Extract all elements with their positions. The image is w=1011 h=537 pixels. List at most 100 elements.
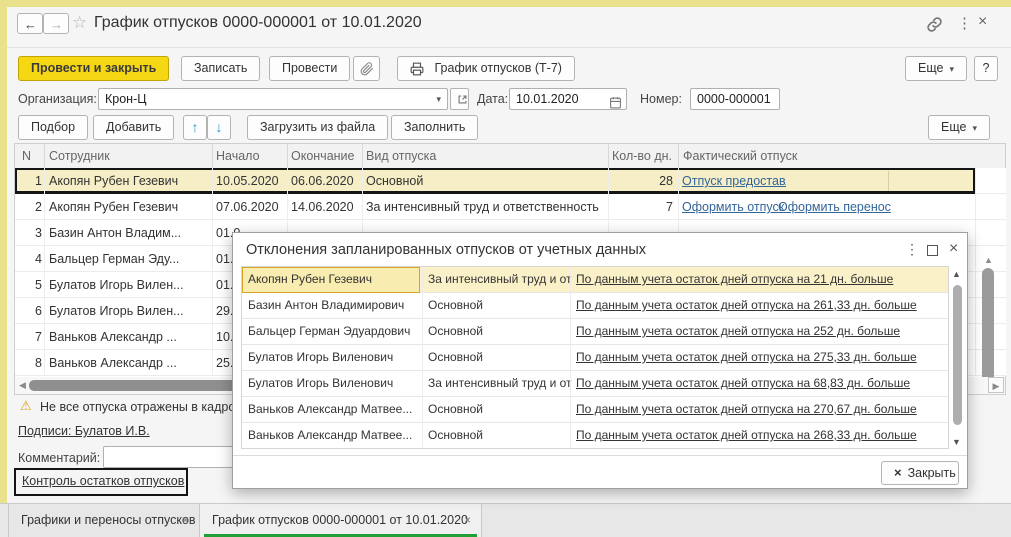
get-link-icon[interactable]	[926, 15, 943, 33]
control-link-focus-box: Контроль остатков отпусков	[14, 468, 188, 496]
org-label: Организация:	[18, 89, 97, 110]
window-close-icon[interactable]: ×	[978, 13, 987, 31]
add-button[interactable]: Добавить	[93, 115, 174, 140]
deviation-row[interactable]: Булатов Игорь Виленович Основной По данн…	[242, 345, 948, 371]
scroll-right-button[interactable]: ▶	[988, 377, 1004, 393]
print-t7-label: График отпусков (Т-7)	[434, 61, 561, 75]
modal-scroll-down-icon[interactable]: ▼	[952, 438, 961, 447]
forward-button[interactable]: →	[43, 13, 69, 34]
col-n[interactable]: N	[22, 144, 31, 168]
help-button[interactable]: ?	[974, 56, 998, 81]
col-start[interactable]: Начало	[216, 144, 260, 168]
tab-close-icon[interactable]: ×	[182, 513, 189, 527]
modal-menu-icon[interactable]: ⋮	[905, 241, 919, 258]
arrow-down-icon: ↓	[216, 119, 223, 135]
org-combo[interactable]: Крон-Ц ▾	[98, 88, 448, 110]
window-border-left	[0, 7, 7, 503]
back-button[interactable]: ←	[17, 13, 43, 34]
scroll-left-icon[interactable]: ◀	[19, 381, 26, 390]
employee-cell: Булатов Игорь Вилен...	[49, 298, 209, 324]
more-button-table[interactable]: Еще▾	[928, 115, 990, 140]
col-employee[interactable]: Сотрудник	[49, 144, 110, 168]
tab-close-icon[interactable]: ×	[464, 513, 471, 527]
org-dropdown-icon[interactable]: ▾	[436, 89, 441, 109]
chevron-down-icon: ▾	[972, 123, 977, 133]
tab-vacation-schedules-list[interactable]: Графики и переносы отпусков ×	[8, 504, 200, 537]
calendar-icon[interactable]	[609, 92, 622, 110]
deviation-info-link[interactable]: По данным учета остаток дней отпуска на …	[576, 293, 944, 319]
type-cell: За интенсивный труд и отве...	[428, 267, 572, 293]
deviation-row[interactable]: Базин Антон Владимирович Основной По дан…	[242, 293, 948, 319]
employee-cell: Ваньков Александр Матвее...	[248, 423, 418, 449]
deviation-info-link[interactable]: По данным учета остаток дней отпуска на …	[576, 397, 944, 423]
write-button[interactable]: Записать	[181, 56, 260, 81]
make-vacation-link[interactable]: Оформить отпуск	[682, 194, 786, 220]
more-button-top[interactable]: Еще▾	[905, 56, 967, 81]
back-icon: ←	[24, 17, 37, 32]
paperclip-icon	[360, 61, 374, 75]
modal-scrollbar-thumb[interactable]	[953, 285, 962, 425]
deviations-list: Акопян Рубен Гезевич За интенсивный труд…	[241, 266, 949, 449]
row-number: 2	[15, 194, 42, 220]
employee-cell: Ваньков Александр ...	[49, 350, 209, 376]
pick-button[interactable]: Подбор	[18, 115, 88, 140]
table-row[interactable]: 1 Акопян Рубен Гезевич 10.05.2020 06.06.…	[15, 168, 975, 194]
deviation-row[interactable]: Бальцер Герман Эдуардович Основной По да…	[242, 319, 948, 345]
row-number: 1	[15, 168, 42, 194]
employee-cell: Акопян Рубен Гезевич	[49, 168, 209, 194]
col-end[interactable]: Окончание	[291, 144, 355, 168]
warning-icon: ⚠	[20, 398, 32, 414]
deviation-info-link[interactable]: По данным учета остаток дней отпуска на …	[576, 267, 944, 293]
load-from-file-button[interactable]: Загрузить из файла	[247, 115, 388, 140]
table-row[interactable]: 2 Акопян Рубен Гезевич 07.06.2020 14.06.…	[15, 194, 975, 220]
move-down-button[interactable]: ↓	[207, 115, 231, 140]
tab-vacation-schedule-document[interactable]: График отпусков 0000-000001 от 10.01.202…	[200, 504, 482, 537]
org-open-button[interactable]	[450, 88, 469, 110]
modal-close-button[interactable]: ×Закрыть	[881, 461, 959, 485]
vacation-balance-control-link[interactable]: Контроль остатков отпусков	[22, 474, 184, 488]
print-t7-button[interactable]: График отпусков (Т-7)	[397, 56, 575, 81]
deviation-row[interactable]: Ваньков Александр Матвее... Основной По …	[242, 397, 948, 423]
post-and-close-button[interactable]: Провести и закрыть	[18, 56, 169, 81]
row-number: 5	[15, 272, 42, 298]
fill-button[interactable]: Заполнить	[391, 115, 478, 140]
deviation-row[interactable]: Акопян Рубен Гезевич За интенсивный труд…	[242, 267, 948, 293]
window-menu-icon[interactable]: ⋮	[957, 14, 972, 32]
signatures-link[interactable]: Подписи: Булатов И.В.	[18, 424, 150, 438]
make-transfer-link[interactable]: Оформить перенос	[778, 194, 903, 220]
comment-label: Комментарий:	[18, 448, 100, 469]
deviation-row[interactable]: Булатов Игорь Виленович За интенсивный т…	[242, 371, 948, 397]
number-input[interactable]: 0000-000001	[690, 88, 780, 110]
row-number: 3	[15, 220, 42, 246]
app-screen: ← → ☆ График отпусков 0000-000001 от 10.…	[0, 0, 1011, 537]
scroll-right-icon: ▶	[993, 381, 1000, 391]
col-type[interactable]: Вид отпуска	[366, 144, 436, 168]
employee-cell: Ваньков Александр Матвее...	[248, 397, 418, 423]
cell-divider	[888, 171, 889, 191]
deviation-info-link[interactable]: По данным учета остаток дней отпуска на …	[576, 345, 944, 371]
fact-vacation-link[interactable]: Отпуск предоставле...	[682, 168, 786, 194]
days-cell: 28	[560, 168, 673, 194]
header-separator	[7, 47, 1011, 48]
arrow-up-icon: ↑	[192, 119, 199, 135]
attachments-button[interactable]	[353, 56, 380, 81]
scroll-up-icon[interactable]: ▲	[984, 256, 993, 265]
modal-scroll-up-icon[interactable]: ▲	[952, 270, 961, 279]
date-input[interactable]: 10.01.2020	[509, 88, 627, 110]
post-button[interactable]: Провести	[269, 56, 350, 81]
deviation-info-link[interactable]: По данным учета остаток дней отпуска на …	[576, 423, 944, 449]
col-fact[interactable]: Фактический отпуск	[683, 144, 797, 168]
tab-label: Графики и переносы отпусков	[21, 513, 196, 527]
move-up-button[interactable]: ↑	[183, 115, 207, 140]
type-cell: Основной	[428, 345, 572, 371]
type-cell: Основной	[428, 397, 572, 423]
deviation-row[interactable]: Ваньков Александр Матвее... Основной По …	[242, 423, 948, 449]
favorite-star-icon[interactable]: ☆	[72, 13, 87, 33]
employee-cell: Булатов Игорь Виленович	[248, 371, 418, 397]
deviation-info-link[interactable]: По данным учета остаток дней отпуска на …	[576, 371, 944, 397]
modal-close-icon[interactable]: ×	[949, 240, 958, 258]
col-days[interactable]: Кол-во дн.	[612, 144, 672, 168]
deviation-info-link[interactable]: По данным учета остаток дней отпуска на …	[576, 319, 944, 345]
modal-maximize-icon[interactable]	[927, 245, 938, 256]
vertical-scrollbar-thumb[interactable]	[982, 268, 994, 386]
